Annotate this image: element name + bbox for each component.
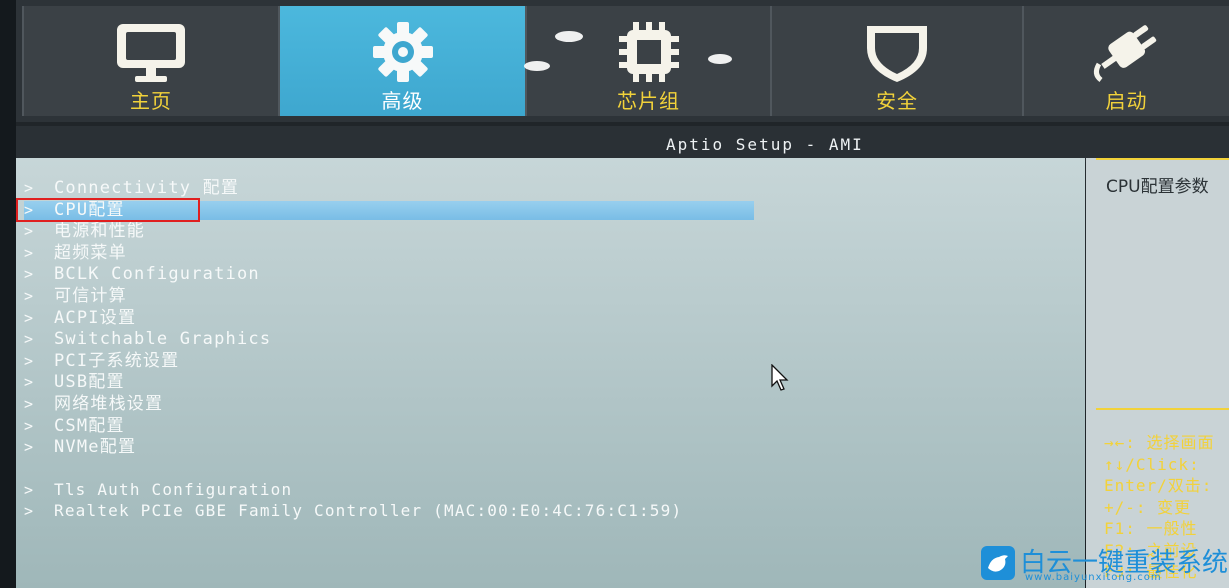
shield-icon xyxy=(867,26,927,82)
menu-item-label: 超频菜单 xyxy=(54,242,127,263)
watermark-url: www.baiyunxitong.com xyxy=(1025,572,1162,583)
menu-item-bclk[interactable]: > BCLK Configuration xyxy=(24,264,1024,286)
menu-item-label: PCI子系统设置 xyxy=(54,350,180,371)
bird-icon xyxy=(981,546,1015,580)
title-bar: Aptio Setup - AMI xyxy=(0,122,1229,162)
tab-chipset-label: 芯片组 xyxy=(617,89,680,113)
selection-annotation-box xyxy=(16,198,200,222)
key-hint: ↑↓/Click: xyxy=(1104,454,1200,474)
menu-item-trusted-computing[interactable]: > 可信计算 xyxy=(24,286,1024,308)
key-hint: →←: 选择画面 xyxy=(1104,433,1215,452)
submenu-arrow-icon: > xyxy=(24,222,35,241)
screen-glare xyxy=(524,61,550,71)
menu-item-label: ACPI设置 xyxy=(54,307,137,328)
menu-item-label: Realtek PCIe GBE Family Controller (MAC:… xyxy=(54,501,683,521)
tab-advanced-label: 高级 xyxy=(381,89,424,113)
tab-main[interactable]: 主页 xyxy=(22,6,278,116)
menu-item-connectivity[interactable]: > Connectivity 配置 xyxy=(24,178,1024,200)
tab-bar: 主页 高级 芯片组 安全 启动 xyxy=(0,0,1229,122)
page-title: Aptio Setup - AMI xyxy=(666,135,864,154)
menu-item-label: Tls Auth Configuration xyxy=(54,479,293,499)
gear-icon xyxy=(372,22,433,82)
help-description: CPU配置参数 xyxy=(1106,177,1209,197)
menu-item-label: Connectivity 配置 xyxy=(54,178,240,198)
submenu-arrow-icon: > xyxy=(24,394,35,413)
mouse-cursor-icon xyxy=(771,364,789,391)
menu-item-power-performance[interactable]: > 电源和性能 xyxy=(24,221,1024,243)
menu-item-label: 网络堆栈设置 xyxy=(54,393,164,414)
plug-icon xyxy=(1093,25,1156,82)
menu-item-usb[interactable]: > USB配置 xyxy=(24,372,1024,394)
submenu-arrow-icon: > xyxy=(24,330,35,349)
watermark: 白云一键重装系统 www.baiyunxitong.com xyxy=(975,540,1229,588)
submenu-arrow-icon: > xyxy=(24,286,35,305)
chip-icon xyxy=(618,22,679,82)
menu-item-realtek-nic[interactable]: > Realtek PCIe GBE Family Controller (MAC… xyxy=(24,500,1024,522)
menu-item-label: Switchable Graphics xyxy=(54,329,272,350)
submenu-arrow-icon: > xyxy=(24,351,35,370)
menu-item-tls-auth[interactable]: > Tls Auth Configuration xyxy=(24,479,1024,501)
tab-security-label: 安全 xyxy=(876,89,918,113)
help-panel: CPU配置参数 →←: 选择画面 ↑↓/Click: Enter/双击: +/-… xyxy=(1086,158,1229,588)
submenu-arrow-icon: > xyxy=(24,438,35,457)
key-hint: Enter/双击: xyxy=(1104,476,1213,495)
menu-item-pci-subsystem[interactable]: > PCI子系统设置 xyxy=(24,351,1024,373)
submenu-arrow-icon: > xyxy=(24,265,35,284)
key-hint: F1: 一般性 xyxy=(1104,519,1198,538)
submenu-arrow-icon: > xyxy=(24,502,35,521)
submenu-arrow-icon: > xyxy=(24,243,35,262)
menu-item-nvme[interactable]: > NVMe配置 xyxy=(24,437,1024,459)
submenu-arrow-icon: > xyxy=(24,308,35,327)
menu-item-acpi[interactable]: > ACPI设置 xyxy=(24,308,1024,330)
bios-screen: 主页 高级 芯片组 安全 启动 Aptio Setup - AMI > Conn… xyxy=(0,0,1229,588)
tab-chipset[interactable]: 芯片组 xyxy=(525,6,770,116)
tab-boot[interactable]: 启动 xyxy=(1022,6,1229,116)
screen-glare xyxy=(555,31,583,42)
menu-item-label: 电源和性能 xyxy=(54,221,145,242)
submenu-arrow-icon: > xyxy=(24,373,35,392)
submenu-arrow-icon: > xyxy=(24,480,35,499)
menu-item-label: 可信计算 xyxy=(54,285,127,306)
monitor-icon xyxy=(117,24,185,82)
tab-main-label: 主页 xyxy=(130,89,172,113)
menu-item-label: USB配置 xyxy=(54,372,125,393)
advanced-menu: > Connectivity 配置 > CPU配置 > 电源和性能 > 超频菜单 > BC… xyxy=(24,178,1024,522)
menu-item-label: BCLK Configuration xyxy=(54,264,260,285)
main-panel: > Connectivity 配置 > CPU配置 > 电源和性能 > 超频菜单 > BC… xyxy=(16,158,1085,588)
submenu-arrow-icon: > xyxy=(24,179,35,197)
menu-item-overclocking[interactable]: > 超频菜单 xyxy=(24,243,1024,265)
menu-item-switchable-graphics[interactable]: > Switchable Graphics xyxy=(24,329,1024,351)
menu-spacer xyxy=(24,459,1024,479)
key-hint: +/-: 变更 xyxy=(1104,497,1192,517)
help-divider xyxy=(1096,158,1229,160)
menu-item-label: CSM配置 xyxy=(54,415,125,436)
help-divider xyxy=(1096,408,1229,410)
screen-glare xyxy=(708,54,732,64)
tab-boot-label: 启动 xyxy=(1105,89,1148,113)
tab-advanced[interactable]: 高级 xyxy=(278,6,525,116)
menu-item-label: NVMe配置 xyxy=(54,437,137,458)
submenu-arrow-icon: > xyxy=(24,416,35,435)
tab-security[interactable]: 安全 xyxy=(770,6,1022,116)
menu-item-network-stack[interactable]: > 网络堆栈设置 xyxy=(24,394,1024,416)
menu-item-csm[interactable]: > CSM配置 xyxy=(24,416,1024,438)
screen-bezel xyxy=(0,0,16,588)
